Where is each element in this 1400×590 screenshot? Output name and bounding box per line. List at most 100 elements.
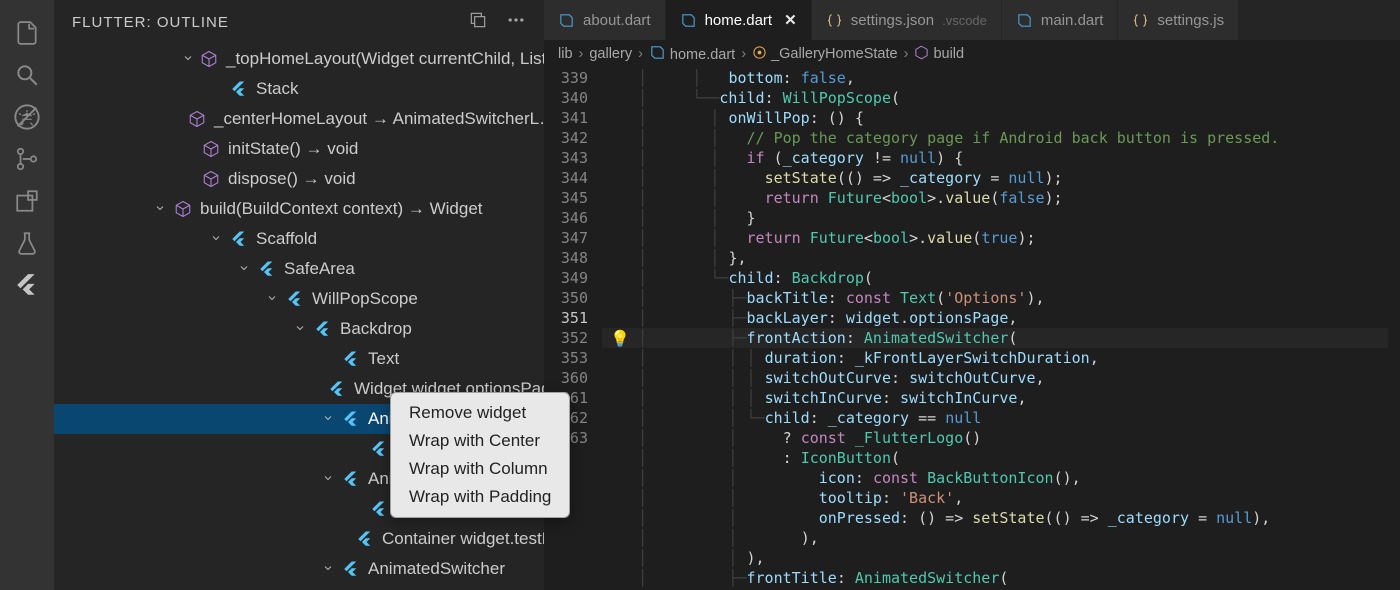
flutter-icon[interactable] <box>12 270 42 300</box>
outline-label: dispose() → void <box>228 169 356 189</box>
tab-suffix: .vscode <box>942 13 987 28</box>
outline-label: SafeArea <box>284 259 355 279</box>
tab-label: settings.json <box>851 12 934 29</box>
widget-icon <box>230 80 248 98</box>
widget-icon <box>356 530 374 548</box>
twisty-icon <box>238 262 252 276</box>
close-tab-icon[interactable]: ✕ <box>784 11 797 29</box>
outline-row[interactable]: _topHomeLayout(Widget currentChild, List… <box>54 44 544 74</box>
method-icon <box>200 50 218 68</box>
breadcrumb-icon <box>914 48 929 64</box>
twisty-icon <box>322 562 336 576</box>
code-editor[interactable]: │ │ bottom: false, │ └──child: WillPopSc… <box>602 68 1388 590</box>
breadcrumb-segment[interactable]: build <box>914 45 964 64</box>
lightbulb-icon[interactable]: 💡 <box>610 329 630 349</box>
outline-row[interactable]: Backdrop <box>54 314 544 344</box>
widget-icon <box>370 500 388 518</box>
twisty-icon <box>210 82 224 96</box>
tab-label: main.dart <box>1041 12 1104 29</box>
method-icon <box>174 200 192 218</box>
method-icon <box>202 140 220 158</box>
twisty-icon <box>154 202 168 216</box>
widget-icon <box>342 350 360 368</box>
outline-row[interactable]: WillPopScope <box>54 284 544 314</box>
widget-icon <box>342 560 360 578</box>
source-control-icon[interactable] <box>12 144 42 174</box>
breadcrumbs: lib›gallery›home.dart›_GalleryHomeState›… <box>544 40 1400 68</box>
outline-row[interactable]: _centerHomeLayout → AnimatedSwitcherL… <box>54 104 544 134</box>
sidebar-header: FLUTTER: OUTLINE <box>54 0 544 44</box>
outline-label: _centerHomeLayout → AnimatedSwitcherL… <box>214 109 544 129</box>
context-menu-item[interactable]: Wrap with Center <box>391 427 569 455</box>
context-menu-item[interactable]: Wrap with Padding <box>391 483 569 511</box>
twisty-icon <box>182 52 194 66</box>
breadcrumb-segment[interactable]: _GalleryHomeState <box>752 45 898 64</box>
editor-tab[interactable]: settings.json .vscode <box>812 0 1002 40</box>
more-actions-icon[interactable] <box>506 10 526 34</box>
outline-label: build(BuildContext context) → Widget <box>200 199 483 219</box>
context-menu: Remove widgetWrap with CenterWrap with C… <box>390 392 570 518</box>
chevron-right-icon: › <box>741 46 746 62</box>
tab-bar: about.dart home.dart ✕ settings.json .vscode… <box>544 0 1400 40</box>
editor-tab[interactable]: about.dart <box>544 0 666 40</box>
search-icon[interactable] <box>12 60 42 90</box>
chevron-right-icon: › <box>579 46 584 62</box>
outline-label: _topHomeLayout(Widget currentChild, List… <box>226 49 544 69</box>
widget-icon <box>342 470 360 488</box>
editor-tab[interactable]: settings.js <box>1118 0 1239 40</box>
context-menu-item[interactable]: Remove widget <box>391 399 569 427</box>
twisty-icon <box>350 502 364 516</box>
outline-row[interactable]: Container widget.testMode ? null… <box>54 524 544 554</box>
twisty-icon <box>350 442 364 456</box>
json-icon <box>826 12 843 29</box>
method-icon <box>202 170 220 188</box>
outline-row[interactable]: Stack <box>54 74 544 104</box>
editor-tab[interactable]: home.dart ✕ <box>666 0 812 40</box>
twisty-icon <box>294 322 308 336</box>
widget-icon <box>328 380 346 398</box>
twisty-icon <box>322 412 336 426</box>
context-menu-item[interactable]: Wrap with Column <box>391 455 569 483</box>
outline-row[interactable]: SafeArea <box>54 254 544 284</box>
outline-label: Scaffold <box>256 229 317 249</box>
breadcrumb-icon <box>649 49 666 65</box>
outline-label: WillPopScope <box>312 289 418 309</box>
outline-row[interactable]: Text <box>54 344 544 374</box>
tab-label: about.dart <box>583 12 651 29</box>
outline-label: Stack <box>256 79 299 99</box>
extensions-icon[interactable] <box>12 186 42 216</box>
outline-row[interactable]: StatelessWidget _category != n… <box>54 584 544 590</box>
sidebar-title: FLUTTER: OUTLINE <box>72 14 450 31</box>
outline-row[interactable]: build(BuildContext context) → Widget <box>54 194 544 224</box>
debug-icon[interactable] <box>12 102 42 132</box>
collapse-all-icon[interactable] <box>468 10 488 34</box>
activity-bar <box>0 0 54 590</box>
dart-icon <box>558 12 575 29</box>
outline-label: initState() → void <box>228 139 358 159</box>
files-icon[interactable] <box>12 18 42 48</box>
json-icon <box>1132 12 1149 29</box>
breadcrumb-icon <box>752 48 767 64</box>
outline-row[interactable]: dispose() → void <box>54 164 544 194</box>
breadcrumb-segment[interactable]: lib <box>558 46 573 62</box>
editor-area: about.dart home.dart ✕ settings.json .vscode… <box>544 0 1400 590</box>
outline-row[interactable]: initState() → void <box>54 134 544 164</box>
outline-row[interactable]: AnimatedSwitcher <box>54 554 544 584</box>
tab-label: home.dart <box>705 12 773 29</box>
outline-label: Backdrop <box>340 319 412 339</box>
breadcrumb-segment[interactable]: gallery <box>589 46 632 62</box>
tab-label: settings.js <box>1157 12 1224 29</box>
twisty-icon <box>182 172 196 186</box>
widget-icon <box>286 290 304 308</box>
widget-icon <box>230 230 248 248</box>
method-icon <box>188 110 206 128</box>
widget-icon <box>370 440 388 458</box>
twisty-icon <box>322 352 336 366</box>
widget-icon <box>258 260 276 278</box>
minimap[interactable] <box>1388 68 1400 590</box>
twisty-icon <box>182 142 196 156</box>
breadcrumb-segment[interactable]: home.dart <box>649 44 735 65</box>
editor-tab[interactable]: main.dart <box>1002 0 1119 40</box>
outline-row[interactable]: Scaffold <box>54 224 544 254</box>
beaker-icon[interactable] <box>12 228 42 258</box>
